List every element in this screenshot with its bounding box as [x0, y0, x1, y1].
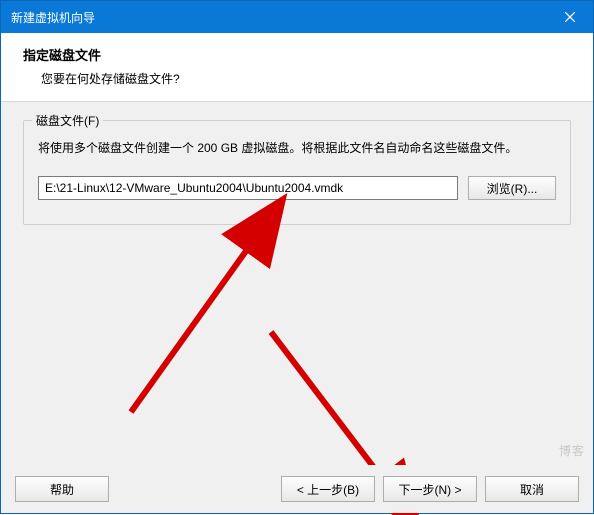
disk-file-group: 磁盘文件(F) 将使用多个磁盘文件创建一个 200 GB 虚拟磁盘。将根据此文件…	[23, 120, 571, 225]
group-description: 将使用多个磁盘文件创建一个 200 GB 虚拟磁盘。将根据此文件名自动命名这些磁…	[38, 139, 556, 158]
browse-button[interactable]: 浏览(R)...	[468, 176, 556, 200]
annotation-arrow-1	[91, 222, 311, 435]
page-title: 指定磁盘文件	[23, 45, 571, 64]
wizard-window: 新建虚拟机向导 指定磁盘文件 您要在何处存储磁盘文件? 磁盘文件(F) 将使用多…	[0, 0, 594, 514]
disk-path-input[interactable]	[38, 176, 458, 200]
footer-bar: 帮助 < 上一步(B) 下一步(N) > 取消	[1, 465, 593, 513]
titlebar: 新建虚拟机向导	[1, 1, 593, 33]
close-button[interactable]	[547, 1, 593, 33]
group-legend: 磁盘文件(F)	[32, 112, 103, 129]
page-subtitle: 您要在何处存储磁盘文件?	[23, 70, 571, 87]
window-title: 新建虚拟机向导	[11, 9, 95, 26]
help-button[interactable]: 帮助	[15, 476, 109, 502]
header-panel: 指定磁盘文件 您要在何处存储磁盘文件?	[1, 33, 593, 102]
back-button[interactable]: < 上一步(B)	[281, 476, 375, 502]
cancel-button[interactable]: 取消	[485, 476, 579, 502]
path-row: 浏览(R)...	[38, 176, 556, 200]
close-icon	[565, 12, 575, 22]
content-panel: 磁盘文件(F) 将使用多个磁盘文件创建一个 200 GB 虚拟磁盘。将根据此文件…	[1, 102, 593, 500]
next-button[interactable]: 下一步(N) >	[383, 476, 477, 502]
